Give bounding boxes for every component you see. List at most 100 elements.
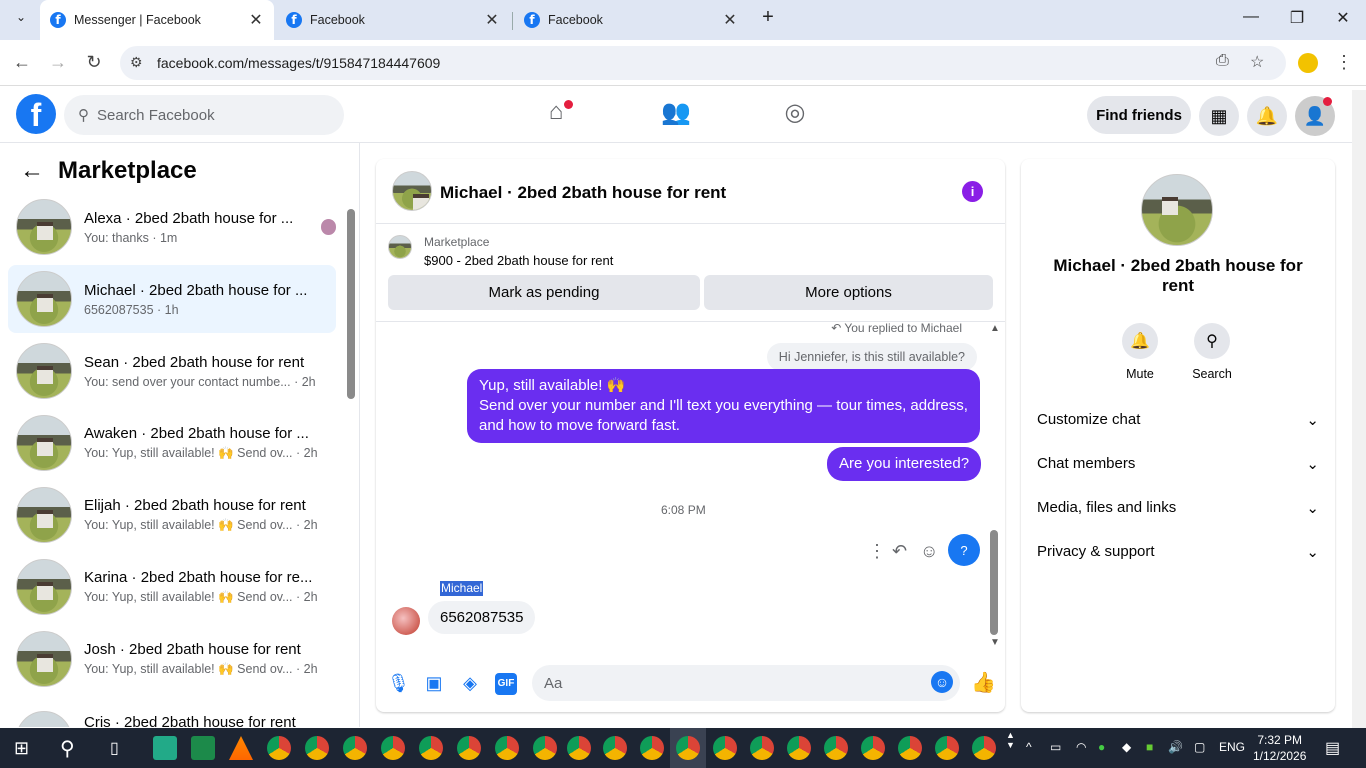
conversation-item[interactable]: Karina · 2bed 2bath house for re... You: … <box>8 553 336 621</box>
chrome-icon-active[interactable] <box>676 736 700 760</box>
search-input[interactable]: ⚲ Search Facebook <box>64 95 344 135</box>
mute-button[interactable]: 🔔 Mute <box>1112 323 1168 381</box>
mark-as-pending-button[interactable]: Mark as pending <box>388 275 700 310</box>
tray-app-icon-2[interactable]: ■ <box>1146 740 1153 754</box>
facebook-logo-icon[interactable]: f <box>16 94 56 134</box>
minimize-icon[interactable]: — <box>1236 8 1266 26</box>
display-icon[interactable]: ▢ <box>1194 740 1205 754</box>
scroll-up-icon[interactable]: ▲ <box>990 323 1000 334</box>
volume-icon[interactable]: 🔊 <box>1168 740 1183 754</box>
customize-chat-section[interactable]: Customize chat ⌄ <box>1037 411 1319 429</box>
outgoing-message[interactable]: Yup, still available! 🙌 Send over your n… <box>467 369 980 443</box>
info-icon[interactable]: i <box>962 181 983 202</box>
battery-icon[interactable]: ▭ <box>1050 740 1061 754</box>
back-arrow-icon[interactable]: ← <box>20 157 44 185</box>
chrome-icon[interactable] <box>713 736 737 760</box>
extension-icon[interactable] <box>1298 53 1318 73</box>
incoming-message[interactable]: 6562087535 <box>428 601 536 634</box>
conversation-item[interactable]: Sean · 2bed 2bath house for rent You: sen… <box>8 337 336 405</box>
apps-grid-icon[interactable]: ▦ <box>1199 96 1239 136</box>
chrome-icon[interactable] <box>640 736 664 760</box>
privacy-support-section[interactable]: Privacy & support ⌄ <box>1037 543 1319 561</box>
chat-listing-avatar[interactable] <box>392 171 432 211</box>
page-scrollbar[interactable] <box>1352 90 1366 728</box>
conversation-item-selected[interactable]: Michael · 2bed 2bath house for ... 656208… <box>8 265 336 333</box>
chrome-icon[interactable] <box>898 736 922 760</box>
conversation-list-scrollbar[interactable] <box>347 209 355 399</box>
chrome-icon[interactable] <box>861 736 885 760</box>
taskbar-search-icon[interactable]: ⚲ <box>60 736 75 761</box>
site-info-icon[interactable]: ⚙ <box>130 54 143 71</box>
scroll-down-icon[interactable]: ▼ <box>990 637 1000 648</box>
close-window-icon[interactable]: ✕ <box>1328 8 1358 28</box>
friends-icon[interactable]: 👥 <box>661 98 691 128</box>
install-icon[interactable]: ⎙ <box>1216 52 1229 70</box>
restore-icon[interactable]: ❐ <box>1282 8 1312 28</box>
store-icon[interactable] <box>153 736 177 760</box>
chrome-icon[interactable] <box>343 736 367 760</box>
like-thumb-icon[interactable]: 👍 <box>971 670 996 694</box>
close-tab-icon[interactable]: ✕ <box>484 10 500 30</box>
microphone-icon[interactable]: 🎙 <box>387 673 410 695</box>
tab-facebook-1[interactable]: f Facebook ✕ <box>276 0 510 40</box>
listing-thumbnail[interactable] <box>388 235 412 259</box>
chrome-icon[interactable] <box>419 736 443 760</box>
sheets-app-icon[interactable] <box>191 736 215 760</box>
tab-facebook-2[interactable]: f Facebook ✕ <box>514 0 748 40</box>
reload-icon[interactable]: ↻ <box>82 52 106 73</box>
chrome-icon[interactable] <box>495 736 519 760</box>
conversation-item[interactable]: Elijah · 2bed 2bath house for rent You: Y… <box>8 481 336 549</box>
chrome-icon[interactable] <box>267 736 291 760</box>
chrome-icon[interactable] <box>457 736 481 760</box>
close-tab-icon[interactable]: ✕ <box>722 10 738 30</box>
media-files-links-section[interactable]: Media, files and links ⌄ <box>1037 499 1319 517</box>
tab-search-icon[interactable]: ⌄ <box>6 10 36 24</box>
chrome-icon[interactable] <box>567 736 591 760</box>
taskbar-scroll-icon[interactable]: ▲ ▼ <box>1006 730 1015 750</box>
more-actions-icon[interactable]: ⋮ <box>868 541 886 562</box>
chrome-icon[interactable] <box>787 736 811 760</box>
chat-scrollbar[interactable] <box>990 530 998 635</box>
defender-icon[interactable]: ◆ <box>1122 740 1131 754</box>
conversation-item[interactable]: Cris · 2bed 2bath house for rent <box>8 697 336 727</box>
chat-members-section[interactable]: Chat members ⌄ <box>1037 455 1319 473</box>
conversation-item[interactable]: Awaken · 2bed 2bath house for ... You: Yu… <box>8 409 336 477</box>
start-icon[interactable]: ⊞ <box>14 738 34 758</box>
tab-messenger[interactable]: f Messenger | Facebook ✕ <box>40 0 274 40</box>
sender-avatar[interactable] <box>392 607 420 635</box>
conversation-item[interactable]: Josh · 2bed 2bath house for rent You: Yup… <box>8 625 336 693</box>
photo-icon[interactable]: ▣ <box>423 673 445 695</box>
more-options-button[interactable]: More options <box>704 275 993 310</box>
back-icon[interactable]: ← <box>10 52 34 73</box>
search-conversation-button[interactable]: ⚲ Search <box>1184 323 1240 381</box>
forward-icon[interactable]: → <box>46 52 70 73</box>
listing-avatar[interactable] <box>1141 174 1213 246</box>
chat-title[interactable]: Michael · 2bed 2bath house for rent <box>440 183 726 203</box>
show-hidden-icons[interactable]: ^ <box>1026 740 1032 754</box>
outgoing-message[interactable]: Are you interested? <box>827 447 982 481</box>
menu-icon[interactable]: ⋮ <box>1332 52 1356 73</box>
find-friends-button[interactable]: Find friends <box>1087 96 1191 134</box>
language-indicator[interactable]: ENG <box>1219 740 1245 754</box>
groups-icon[interactable]: ◎ <box>780 98 810 128</box>
emoji-icon[interactable]: ☺ <box>931 671 953 693</box>
chrome-icon[interactable] <box>381 736 405 760</box>
chrome-icon[interactable] <box>824 736 848 760</box>
conversation-item[interactable]: Alexa · 2bed 2bath house for ... You: tha… <box>8 193 336 261</box>
notifications-bell-icon[interactable]: 🔔 <box>1247 96 1287 136</box>
message-input[interactable]: Aa <box>532 665 960 701</box>
wifi-icon[interactable]: ◠ <box>1076 740 1086 754</box>
vlc-icon[interactable] <box>229 736 253 760</box>
chrome-icon[interactable] <box>533 736 557 760</box>
sticker-icon[interactable]: ◈ <box>459 673 481 695</box>
gif-icon[interactable]: GIF <box>495 673 517 695</box>
notification-center-icon[interactable]: ▤ <box>1325 738 1340 758</box>
tray-app-icon[interactable]: ● <box>1098 740 1105 754</box>
bookmark-star-icon[interactable]: ☆ <box>1250 52 1264 72</box>
help-button[interactable]: ? <box>948 534 980 566</box>
close-tab-icon[interactable]: ✕ <box>248 10 264 30</box>
task-view-icon[interactable]: ▯ <box>110 738 119 758</box>
clock[interactable]: 7:32 PM 1/12/2026 <box>1253 732 1306 764</box>
quoted-message[interactable]: Hi Jenniefer, is this still available? <box>766 343 977 371</box>
new-tab-icon[interactable]: + <box>753 6 783 29</box>
